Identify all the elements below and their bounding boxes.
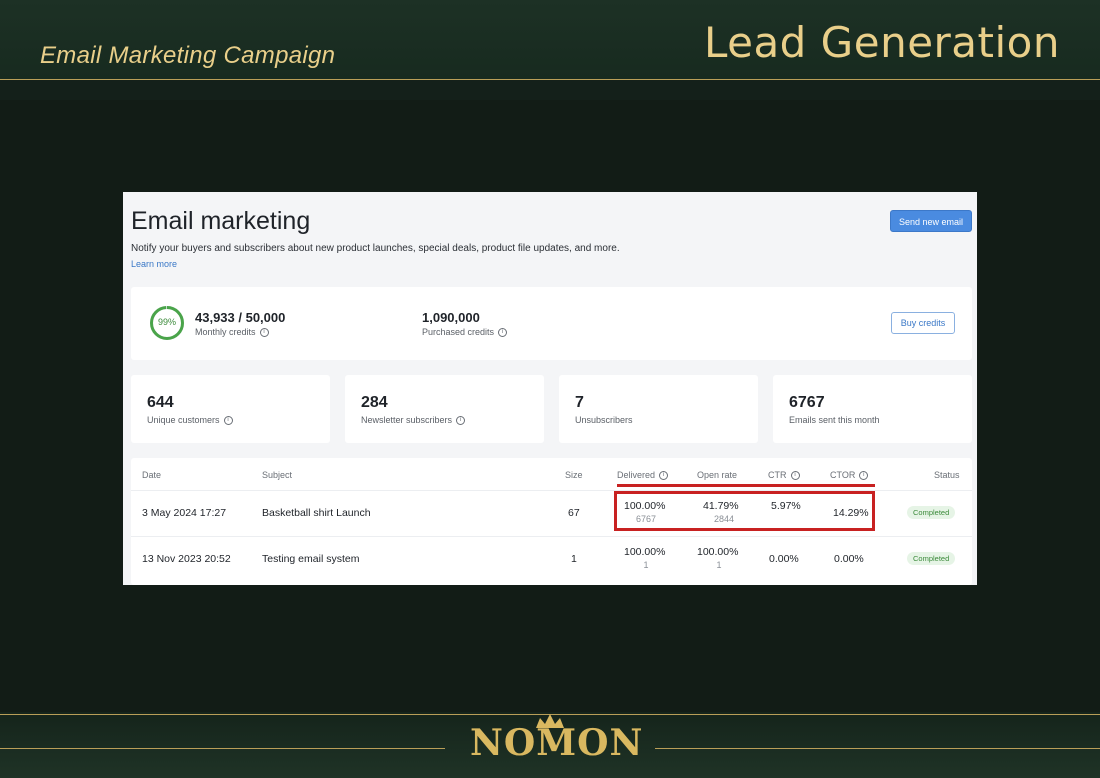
highlight-box xyxy=(614,491,875,531)
stat-label: Unique customers i xyxy=(147,415,233,426)
info-icon[interactable]: i xyxy=(659,471,669,481)
row-divider xyxy=(131,536,972,537)
row2-open-rate: 100.00% xyxy=(697,546,739,558)
credits-percent: 99% xyxy=(157,317,176,327)
col-header-status[interactable]: Status xyxy=(934,470,960,480)
slide-subtitle: Email Marketing Campaign xyxy=(40,42,336,69)
row2-open-count: 1 xyxy=(716,560,722,570)
learn-more-link[interactable]: Learn more xyxy=(131,259,177,269)
monthly-credits-text: Monthly credits xyxy=(195,327,256,337)
row2-ctor: 0.00% xyxy=(834,553,864,565)
slide-header: Email Marketing Campaign Lead Generation xyxy=(0,0,1100,80)
stat-label-text: Newsletter subscribers xyxy=(361,415,453,425)
col-header-date[interactable]: Date xyxy=(142,470,161,480)
col-header-open-rate[interactable]: Open rate xyxy=(697,470,737,480)
page-title: Email marketing xyxy=(131,207,311,235)
slide-title: Lead Generation xyxy=(703,18,1060,67)
col-header-ctr[interactable]: CTR i xyxy=(768,470,800,481)
stat-label: Newsletter subscribers i xyxy=(361,415,466,426)
page-description: Notify your buyers and subscribers about… xyxy=(131,243,620,254)
purchased-credits-text: Purchased credits xyxy=(422,327,495,337)
header-divider xyxy=(0,79,1100,80)
email-marketing-screenshot: Email marketing Notify your buyers and s… xyxy=(123,192,977,585)
stat-card-emails-sent: 6767 Emails sent this month xyxy=(773,375,972,443)
info-icon[interactable]: i xyxy=(259,328,269,338)
stat-value: 6767 xyxy=(789,394,825,411)
brand-logo: NOMON xyxy=(470,722,644,764)
row2-ctr: 0.00% xyxy=(769,553,799,565)
col-header-delivered[interactable]: Delivered i xyxy=(617,470,669,481)
stat-card-unsubscribers: 7 Unsubscribers xyxy=(559,375,758,443)
row2-size: 1 xyxy=(571,553,577,565)
status-badge: Completed xyxy=(907,552,956,565)
info-icon[interactable]: i xyxy=(790,471,800,481)
purchased-credits-value: 1,090,000 xyxy=(422,310,480,325)
monthly-credits-value: 43,933 / 50,000 xyxy=(195,310,286,325)
buy-credits-button[interactable]: Buy credits xyxy=(891,312,955,334)
stat-label-text: Unique customers xyxy=(147,415,220,425)
row1-subject[interactable]: Basketball shirt Launch xyxy=(262,507,371,519)
col-header-subject[interactable]: Subject xyxy=(262,470,292,480)
info-icon[interactable]: i xyxy=(498,328,508,338)
status-badge: Completed xyxy=(907,506,956,519)
monthly-credits-label: Monthly credits i xyxy=(195,327,269,338)
stat-label: Unsubscribers xyxy=(575,415,633,425)
send-new-email-button[interactable]: Send new email xyxy=(890,210,972,232)
info-icon[interactable]: i xyxy=(456,416,466,426)
stat-value: 644 xyxy=(147,394,174,411)
row2-delivered-count: 1 xyxy=(643,560,649,570)
row2-delivered: 100.00% xyxy=(624,546,666,558)
row2-subject[interactable]: Testing email system xyxy=(262,553,359,565)
col-header-size[interactable]: Size xyxy=(565,470,583,480)
info-icon[interactable]: i xyxy=(223,416,233,426)
slide-footer: NOMON xyxy=(0,712,1100,778)
col-header-ctor[interactable]: CTOR i xyxy=(830,470,869,481)
campaign-table: Date Subject Size Delivered i Open rate C… xyxy=(131,458,972,585)
col-header-ctr-text: CTR xyxy=(768,470,787,480)
stat-label: Emails sent this month xyxy=(789,415,880,425)
stat-value: 7 xyxy=(575,394,584,411)
stat-card-unique-customers: 644 Unique customers i xyxy=(131,375,330,443)
credits-card: 99% 43,933 / 50,000 Monthly credits i 1,0… xyxy=(131,287,972,360)
info-icon[interactable]: i xyxy=(859,471,869,481)
col-header-ctor-text: CTOR xyxy=(830,470,856,480)
row1-size: 67 xyxy=(568,507,580,519)
row1-date[interactable]: 3 May 2024 17:27 xyxy=(142,507,226,519)
stat-value: 284 xyxy=(361,394,388,411)
footer-rule-right xyxy=(655,748,1100,749)
row2-date[interactable]: 13 Nov 2023 20:52 xyxy=(142,553,231,565)
col-header-delivered-text: Delivered xyxy=(617,470,656,480)
footer-rule-left xyxy=(0,748,445,749)
purchased-credits-label: Purchased credits i xyxy=(422,327,508,338)
stat-card-newsletter-subscribers: 284 Newsletter subscribers i xyxy=(345,375,544,443)
highlight-underline xyxy=(617,484,875,487)
